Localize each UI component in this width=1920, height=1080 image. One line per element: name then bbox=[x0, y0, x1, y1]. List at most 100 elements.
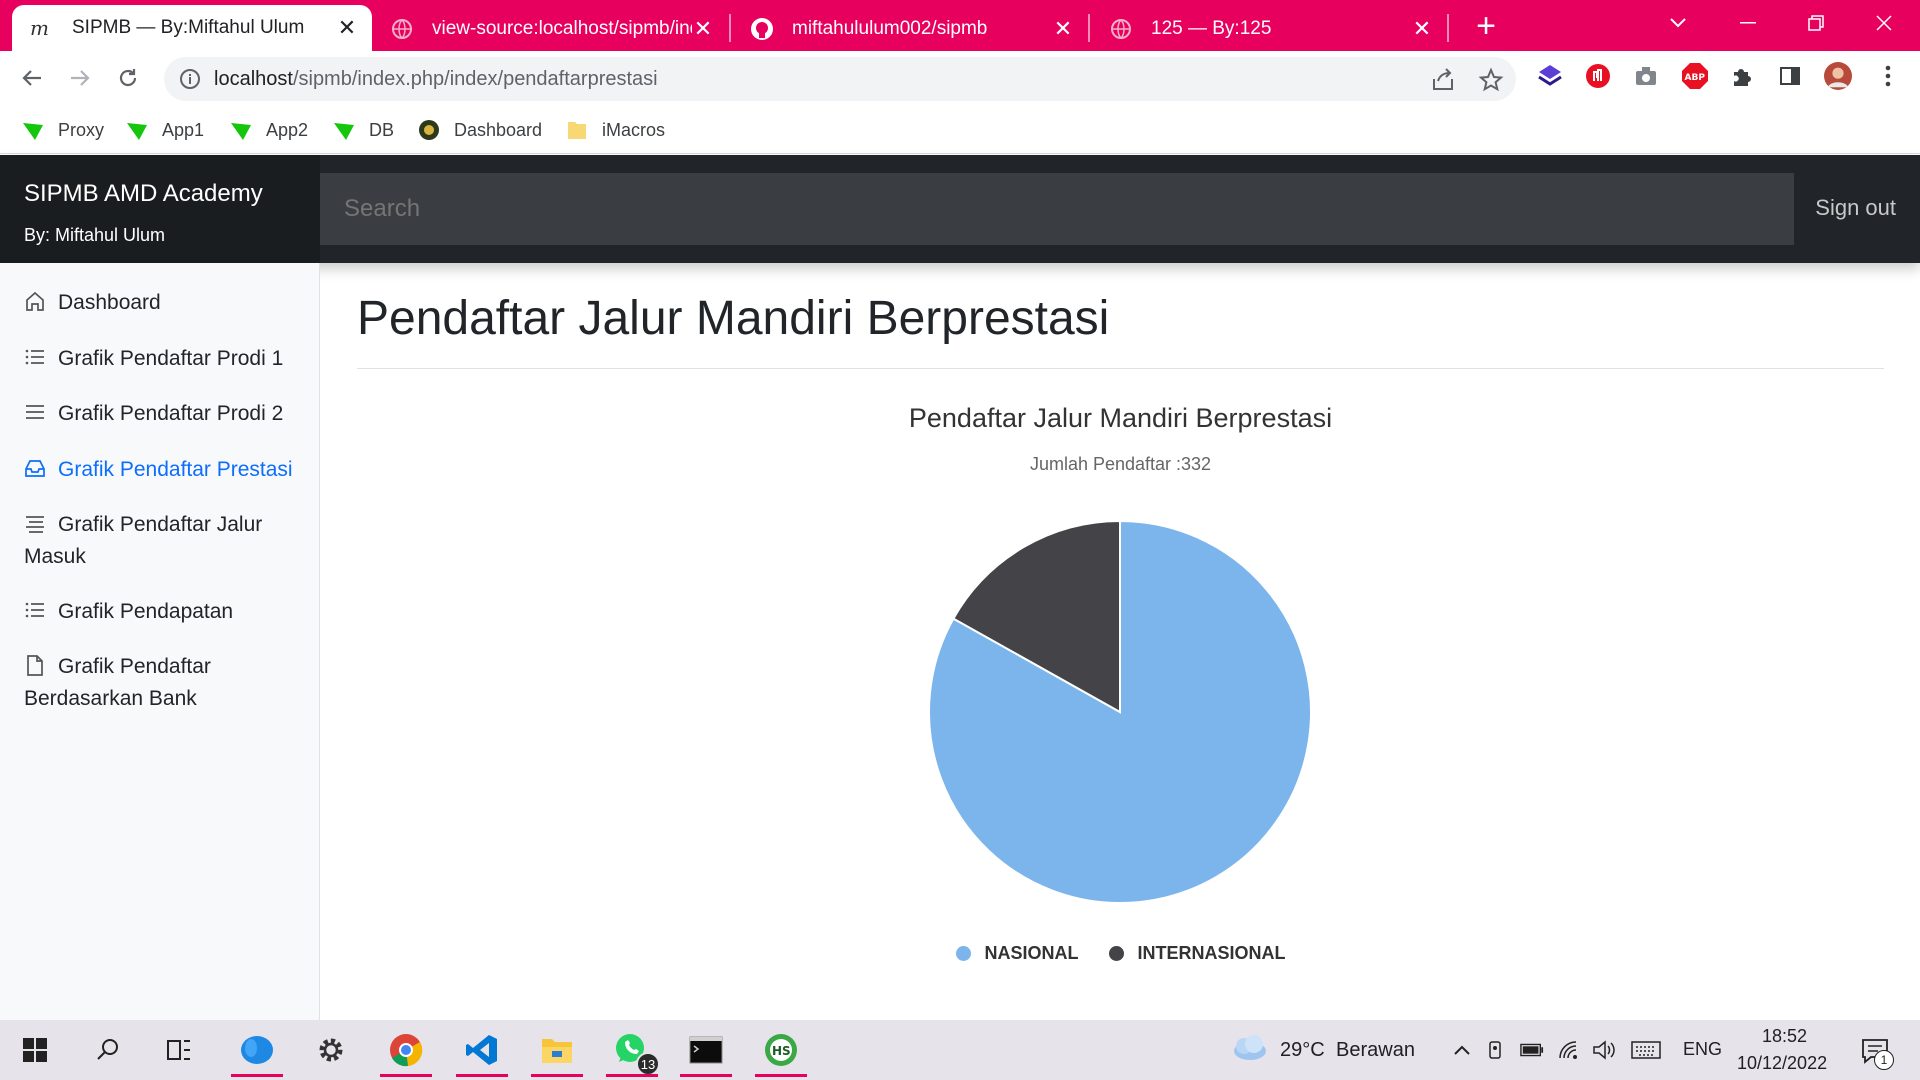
bookmark-star-icon[interactable] bbox=[1478, 67, 1504, 93]
clock-time[interactable]: 18:52 bbox=[1762, 1026, 1807, 1047]
brand[interactable]: SIPMB AMD Academy By: Miftahul Ulum bbox=[0, 155, 320, 263]
sign-out-link[interactable]: Sign out bbox=[1815, 195, 1896, 221]
start-button[interactable] bbox=[5, 1026, 65, 1074]
sipmb-favicon-icon: m bbox=[30, 16, 54, 40]
extension-cube-icon[interactable] bbox=[1536, 62, 1564, 90]
notification-center-icon[interactable]: 1 bbox=[1858, 1034, 1894, 1070]
wifi-icon[interactable] bbox=[1557, 1038, 1581, 1062]
tab-separator bbox=[1447, 14, 1449, 42]
sidebar-item-label: Grafik Pendaftar Prodi 1 bbox=[58, 347, 284, 370]
chart-subtitle: Jumlah Pendaftar :332 bbox=[1029, 454, 1212, 474]
running-indicator bbox=[680, 1074, 732, 1077]
bookmark-imacros[interactable]: iMacros bbox=[566, 116, 665, 144]
close-tab-icon[interactable]: ✕ bbox=[1052, 16, 1074, 41]
taskbar-app-settings[interactable] bbox=[301, 1026, 361, 1074]
elephant-app-icon bbox=[241, 1036, 273, 1064]
camera-icon[interactable] bbox=[1632, 62, 1660, 90]
tab-sipmb[interactable]: m SIPMB — By:Miftahul Ulum ✕ bbox=[12, 5, 372, 51]
legend-marker bbox=[955, 946, 971, 961]
tab-title: view-source:localhost/sipmb/ind bbox=[432, 17, 692, 39]
side-panel-icon[interactable] bbox=[1776, 62, 1804, 90]
list-icon bbox=[25, 349, 44, 365]
taskbar-app-heidisql[interactable]: HS bbox=[751, 1026, 811, 1077]
file-explorer-icon bbox=[542, 1039, 572, 1063]
meet-now-icon[interactable] bbox=[1484, 1038, 1508, 1062]
minimize-button[interactable] bbox=[1720, 0, 1776, 46]
bookmark-label: DB bbox=[369, 119, 395, 140]
chevron-up-icon[interactable] bbox=[1450, 1038, 1474, 1062]
divider bbox=[357, 368, 1884, 369]
weather-description[interactable]: Berawan bbox=[1336, 1039, 1415, 1062]
bookmark-label: App1 bbox=[162, 119, 205, 140]
bookmark-dashboard[interactable]: Dashboard bbox=[418, 116, 542, 144]
sidebar-item-prestasi[interactable]: Grafik Pendaftar Prestasi bbox=[24, 454, 304, 486]
extensions-puzzle-icon[interactable] bbox=[1728, 62, 1756, 90]
volume-icon[interactable] bbox=[1592, 1038, 1616, 1062]
search-button[interactable] bbox=[78, 1026, 138, 1074]
keyboard-icon[interactable] bbox=[1630, 1038, 1662, 1062]
taskbar-app-chrome[interactable] bbox=[376, 1026, 436, 1077]
tab-title: 125 — By:125 bbox=[1151, 17, 1272, 39]
bookmark-label: Proxy bbox=[58, 119, 105, 140]
taskbar-app-vscode[interactable] bbox=[452, 1026, 512, 1077]
bookmark-app2[interactable]: App2 bbox=[230, 116, 308, 144]
new-tab-button[interactable]: + bbox=[1466, 7, 1506, 45]
share-icon[interactable] bbox=[1430, 67, 1456, 93]
menu-icon bbox=[26, 405, 44, 419]
weather-temperature[interactable]: 29°C bbox=[1280, 1039, 1325, 1062]
bookmark-db[interactable]: DB bbox=[333, 116, 394, 144]
tab-separator bbox=[729, 14, 731, 42]
svg-text:ABP: ABP bbox=[1685, 73, 1706, 83]
taskbar-app-elephant[interactable] bbox=[227, 1026, 287, 1077]
sidebar-item-label: Grafik Pendaftar Prestasi bbox=[58, 458, 293, 481]
search-icon bbox=[97, 1039, 118, 1060]
forward-button[interactable] bbox=[62, 60, 98, 96]
close-tab-icon[interactable]: ✕ bbox=[336, 15, 358, 40]
sidebar-item-pendapatan[interactable]: Grafik Pendapatan bbox=[24, 596, 304, 628]
page-title: Pendaftar Jalur Mandiri Berprestasi bbox=[357, 292, 1110, 345]
sidebar-item-jalur-masuk[interactable]: Grafik Pendaftar Jalur Masuk bbox=[24, 509, 304, 573]
brand-title: SIPMB AMD Academy bbox=[24, 180, 263, 207]
svg-text:HS: HS bbox=[772, 1044, 791, 1058]
extension-shield-icon[interactable] bbox=[1584, 62, 1612, 90]
adblock-plus-icon[interactable]: ABP bbox=[1681, 62, 1709, 90]
battery-icon[interactable] bbox=[1520, 1038, 1544, 1062]
taskbar-app-terminal[interactable] bbox=[676, 1026, 736, 1077]
tab-search-icon[interactable] bbox=[1650, 0, 1706, 46]
weather-icon[interactable] bbox=[1230, 1034, 1268, 1067]
running-indicator bbox=[231, 1074, 283, 1077]
windows-logo-icon bbox=[23, 1038, 47, 1062]
close-tab-icon[interactable]: ✕ bbox=[1411, 16, 1433, 41]
back-button[interactable] bbox=[14, 60, 50, 96]
tab-view-source[interactable]: view-source:localhost/sipmb/ind ✕ bbox=[372, 6, 728, 51]
task-view-button[interactable] bbox=[149, 1026, 209, 1074]
taskbar-app-whatsapp[interactable]: 13 bbox=[602, 1026, 662, 1077]
sidebar-item-prodi2[interactable]: Grafik Pendaftar Prodi 2 bbox=[24, 398, 304, 430]
site-info-icon[interactable] bbox=[178, 67, 202, 91]
legend-item-internasional[interactable]: INTERNASIONAL bbox=[1108, 943, 1286, 964]
pie-chart bbox=[928, 519, 1312, 904]
address-bar[interactable]: localhost/sipmb/index.php/index/pendafta… bbox=[164, 57, 1516, 101]
language-indicator[interactable]: ENG bbox=[1683, 1039, 1722, 1060]
tab-title: SIPMB — By:Miftahul Ulum bbox=[72, 17, 305, 38]
chrome-menu-icon[interactable] bbox=[1874, 62, 1902, 90]
clock-date[interactable]: 10/12/2022 bbox=[1737, 1053, 1827, 1074]
tab-125[interactable]: 125 — By:125 ✕ bbox=[1091, 6, 1447, 51]
bookmark-label: App2 bbox=[266, 119, 309, 140]
tab-github[interactable]: miftahululum002/sipmb ✕ bbox=[732, 6, 1088, 51]
profile-avatar[interactable] bbox=[1824, 62, 1852, 90]
reload-button[interactable] bbox=[110, 60, 146, 96]
taskbar-app-file-explorer[interactable] bbox=[527, 1026, 587, 1077]
search-input[interactable] bbox=[320, 173, 1794, 245]
close-tab-icon[interactable]: ✕ bbox=[692, 16, 714, 41]
sidebar-item-bank[interactable]: Grafik Pendaftar Berdasarkan Bank bbox=[24, 651, 304, 715]
sidebar-item-dashboard[interactable]: Dashboard bbox=[24, 287, 304, 319]
bookmark-proxy[interactable]: Proxy bbox=[22, 116, 104, 144]
sidebar-item-label: Dashboard bbox=[58, 291, 161, 314]
close-window-button[interactable] bbox=[1856, 0, 1912, 46]
restore-button[interactable] bbox=[1788, 0, 1844, 46]
green-leaf-icon bbox=[231, 123, 251, 140]
sidebar-item-prodi1[interactable]: Grafik Pendaftar Prodi 1 bbox=[24, 343, 304, 375]
legend-item-nasional[interactable]: NASIONAL bbox=[955, 943, 1079, 964]
bookmark-app1[interactable]: App1 bbox=[126, 116, 204, 144]
